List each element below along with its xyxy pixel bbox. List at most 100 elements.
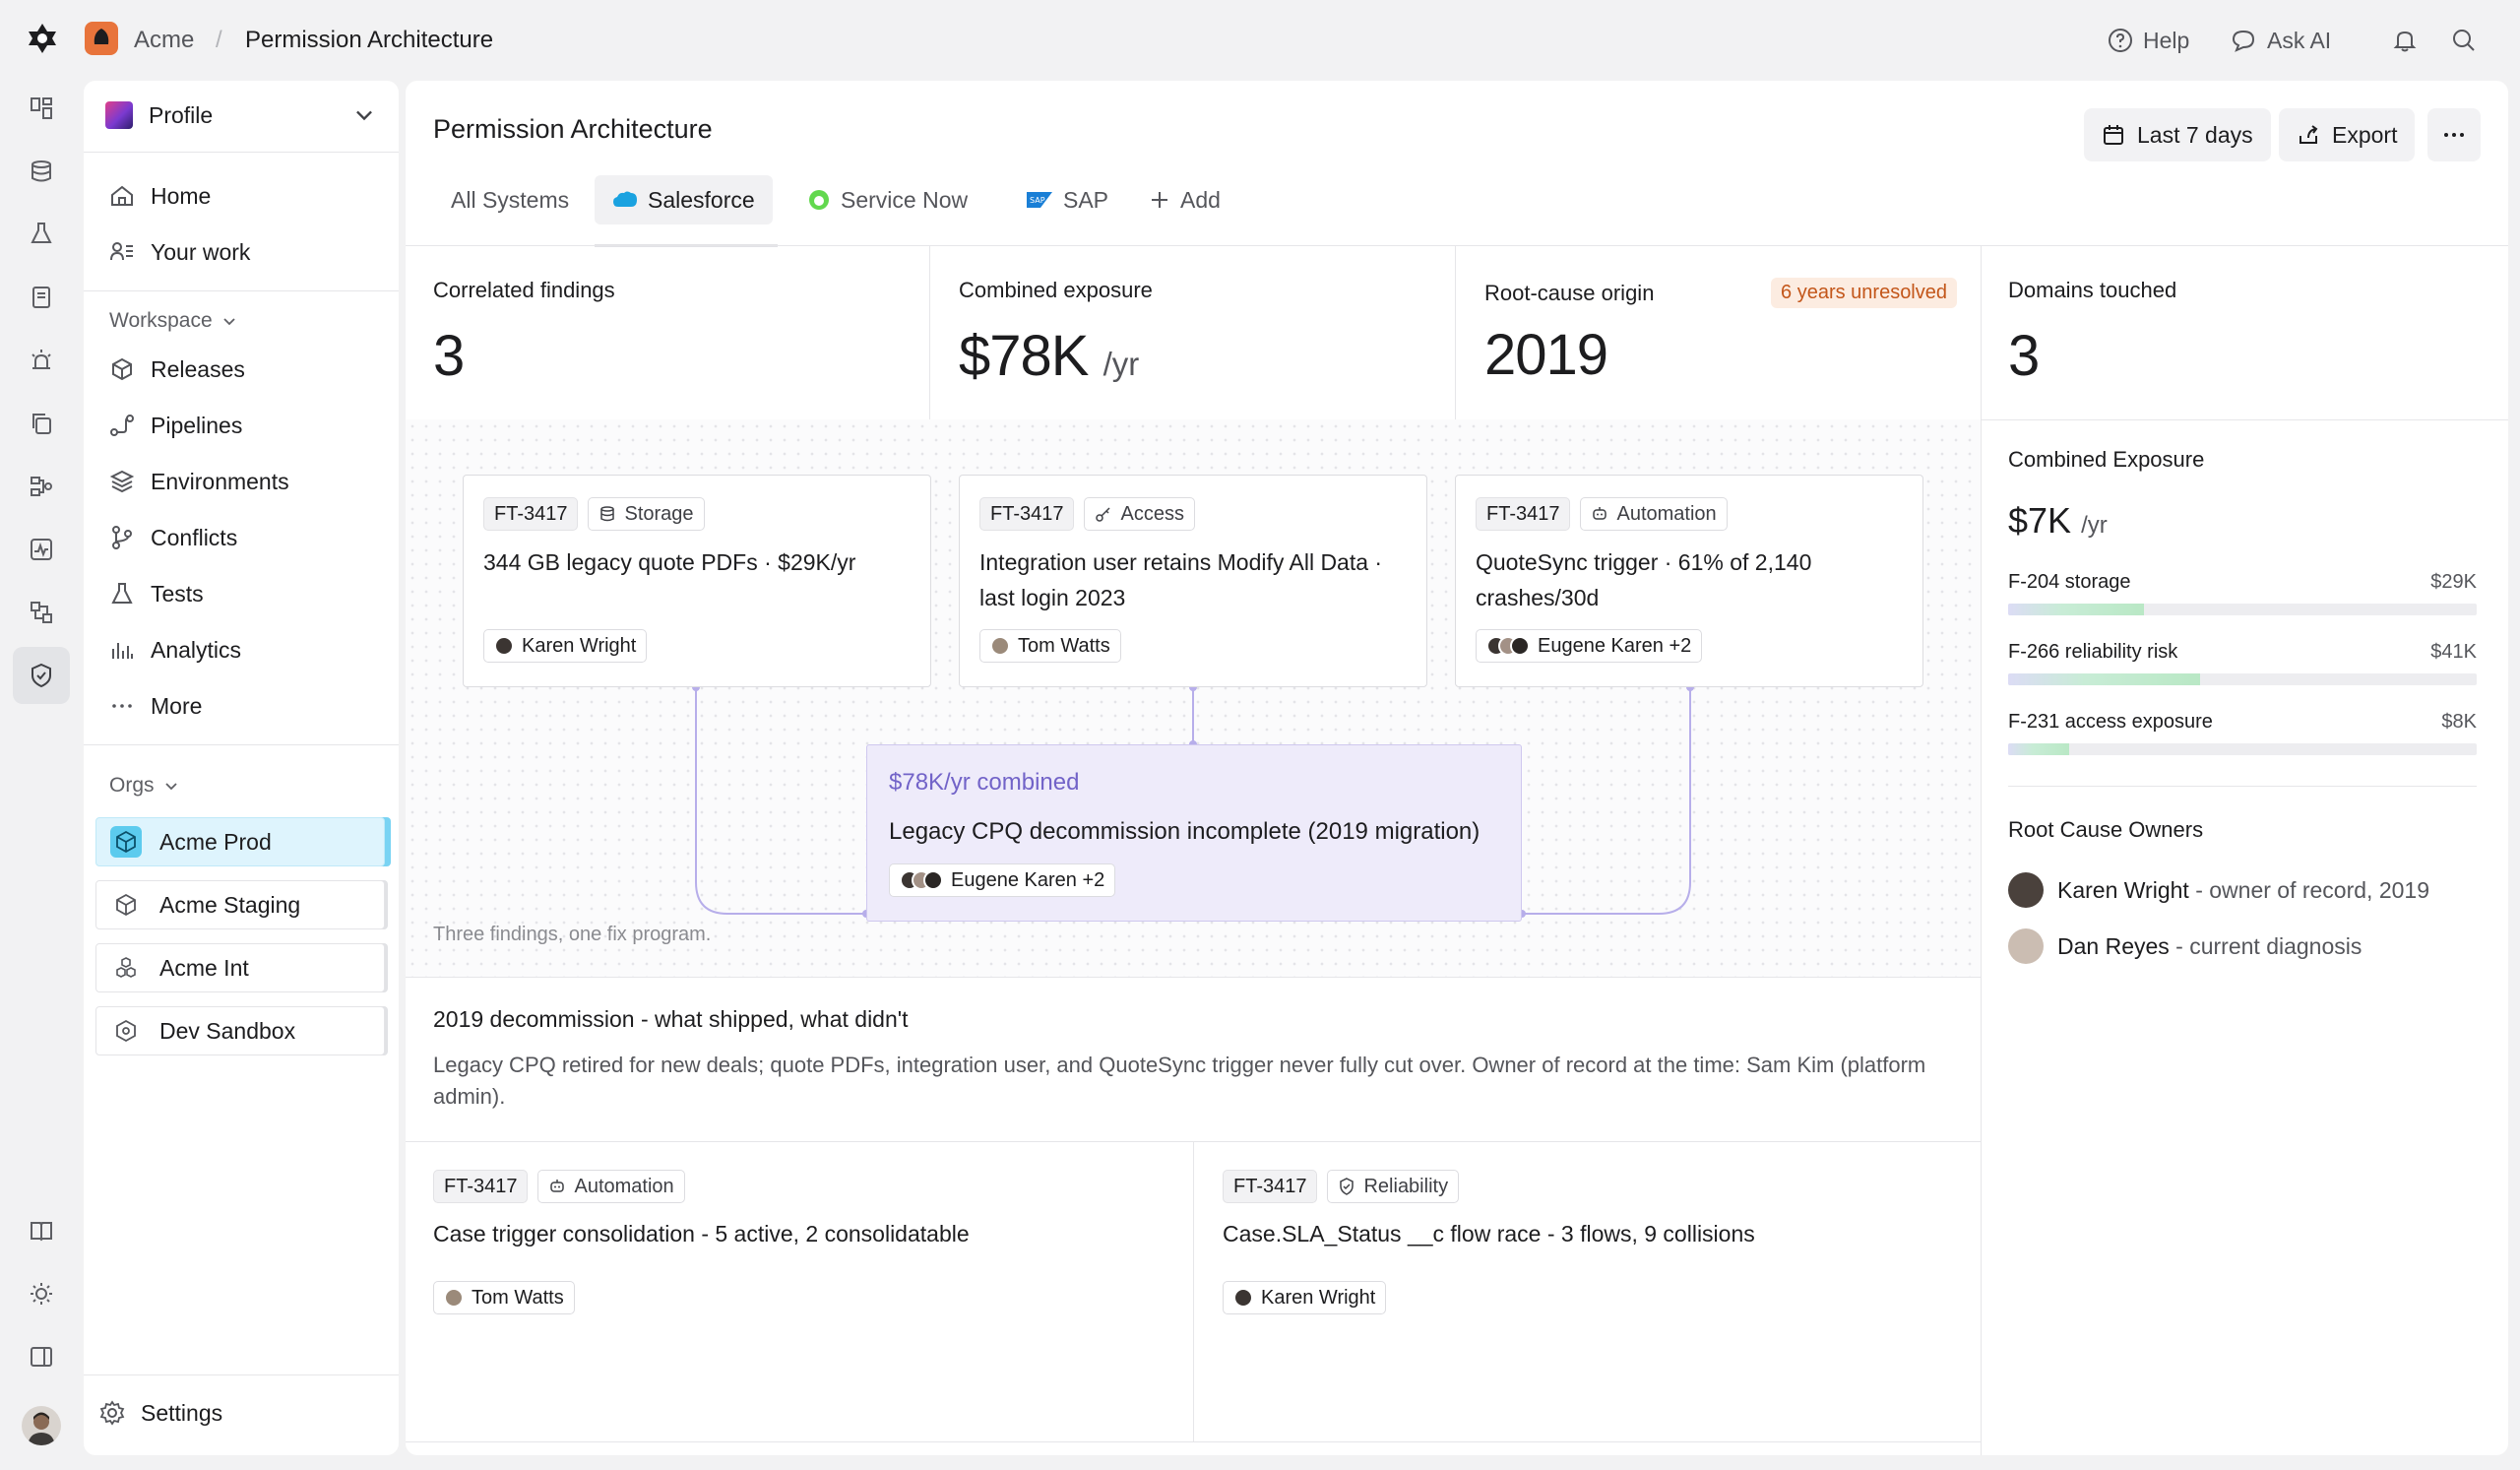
flask-icon xyxy=(111,583,133,604)
ask-ai-button[interactable]: Ask AI xyxy=(2230,24,2331,57)
copy-icon[interactable] xyxy=(26,408,57,439)
more-actions-button[interactable] xyxy=(2427,108,2481,161)
orgs-section-toggle[interactable]: Orgs xyxy=(109,774,180,798)
app-logo-icon[interactable] xyxy=(26,22,59,55)
shield-check-icon xyxy=(1340,1178,1354,1195)
box-icon xyxy=(112,357,132,381)
finding-title: Case trigger consolidation - 5 active, 2… xyxy=(433,1221,970,1246)
sidebar-item-environments[interactable]: Environments xyxy=(109,465,289,498)
bar-track xyxy=(2008,743,2477,755)
org-item-acme-prod[interactable]: Acme Prod xyxy=(95,817,385,866)
org-avatar[interactable] xyxy=(85,22,118,55)
owner-chip[interactable]: Karen Wright xyxy=(483,629,648,663)
combined-amount: $78K/yr combined xyxy=(889,769,1080,796)
search-icon xyxy=(2453,30,2475,51)
sidebar-item-more[interactable]: More xyxy=(109,689,202,723)
org-item-acme-int[interactable]: Acme Int xyxy=(95,943,385,992)
workspace-section-toggle[interactable]: Workspace xyxy=(109,309,238,333)
graph-caption: Three findings, one fix program. xyxy=(433,924,712,945)
help-button[interactable]: Help xyxy=(2108,24,2189,57)
exposure-unit: /yr xyxy=(2081,512,2108,539)
sidebar-toggle-icon[interactable] xyxy=(26,1341,57,1373)
settings-button[interactable]: Settings xyxy=(99,1396,222,1430)
owner-chip[interactable]: Karen Wright xyxy=(1223,1281,1387,1314)
sidebar-item-label: Pipelines xyxy=(151,412,243,438)
related-finding-reliability[interactable]: FT-3417 Reliability Case.SLA_Status __c … xyxy=(1223,1170,1755,1314)
avatar xyxy=(1233,1288,1253,1308)
owner-name: Karen Wright xyxy=(522,634,637,657)
sidebar-item-your-work[interactable]: Your work xyxy=(109,235,250,269)
profile-selector[interactable]: Profile xyxy=(105,98,377,132)
robot-icon xyxy=(1593,507,1607,520)
category-chip: Automation xyxy=(537,1170,685,1203)
sun-icon[interactable] xyxy=(26,1278,57,1310)
bar-fill xyxy=(2008,743,2069,755)
export-label: Export xyxy=(2332,121,2398,148)
sidebar-item-label: Tests xyxy=(151,580,204,607)
sidebar-item-label: More xyxy=(151,692,203,719)
root-cause-owner-row[interactable]: Dan Reyes - current diagnosis xyxy=(2008,928,2362,964)
bar-label: F-204 storage xyxy=(2008,571,2131,593)
dashboard-icon[interactable] xyxy=(26,93,57,124)
related-finding-automation[interactable]: FT-3417 Automation Case trigger consolid… xyxy=(433,1170,970,1314)
sidebar-item-pipelines[interactable]: Pipelines xyxy=(109,409,242,442)
combined-root-cause-card[interactable]: $78K/yr combined Legacy CPQ decommission… xyxy=(866,744,1522,922)
combined-exposure-title: Combined Exposure xyxy=(2008,447,2205,472)
flask-icon[interactable] xyxy=(26,218,57,249)
notes-title: 2019 decommission - what shipped, what d… xyxy=(433,1006,909,1032)
search-button[interactable] xyxy=(2451,24,2477,57)
sidebar-item-tests[interactable]: Tests xyxy=(109,577,204,610)
shield-check-icon[interactable] xyxy=(26,660,57,691)
chevron-down-icon xyxy=(223,318,235,326)
org-item-acme-staging[interactable]: Acme Staging xyxy=(95,880,385,929)
finding-id: FT-3417 xyxy=(1223,1170,1318,1203)
owner-name: Tom Watts xyxy=(472,1286,564,1309)
pipeline-icon xyxy=(110,415,134,436)
finding-id: FT-3417 xyxy=(1476,497,1571,531)
owner-chip[interactable]: Tom Watts xyxy=(433,1281,575,1314)
alarm-icon[interactable] xyxy=(26,345,57,376)
sidebar-item-releases[interactable]: Releases xyxy=(109,352,245,386)
category-label: Access xyxy=(1120,502,1184,525)
integration-icon[interactable] xyxy=(26,597,57,628)
owner-chip[interactable]: Eugene Karen +2 xyxy=(1476,629,1703,663)
export-icon xyxy=(2300,125,2318,144)
category-chip: Storage xyxy=(588,497,705,531)
owner-name: Eugene Karen +2 xyxy=(951,868,1105,891)
finding-card-automation[interactable]: FT-3417 Automation QuoteSync trigger · 6… xyxy=(1455,475,1923,687)
bar-value: $29K xyxy=(2430,571,2477,593)
owner-chip[interactable]: Eugene Karen +2 xyxy=(889,863,1116,897)
bar-fill xyxy=(2008,673,2201,685)
chevron-down-icon xyxy=(356,110,372,121)
kpi-domains-touched: Domains touched 3 xyxy=(2008,278,2176,389)
org-label: Acme Staging xyxy=(159,891,301,918)
workflow-icon[interactable] xyxy=(26,471,57,502)
exposure-amount: $7K xyxy=(2008,500,2072,541)
database-icon[interactable] xyxy=(26,156,57,187)
owner-chip[interactable]: Tom Watts xyxy=(979,629,1121,663)
export-button[interactable]: Export xyxy=(2279,108,2416,161)
finding-card-access[interactable]: FT-3417 Access Integration user retains … xyxy=(959,475,1427,687)
book-icon[interactable] xyxy=(26,1215,57,1246)
org-label: Acme Prod xyxy=(159,828,272,855)
notifications-button[interactable] xyxy=(2392,24,2418,57)
document-icon[interactable] xyxy=(26,282,57,313)
avatar xyxy=(494,636,514,656)
breadcrumb-org[interactable]: Acme xyxy=(134,26,194,55)
exposure-bar-access: F-231 access exposure $8K xyxy=(2008,711,2477,755)
breadcrumb-page[interactable]: Permission Architecture xyxy=(245,26,493,55)
finding-card-storage[interactable]: FT-3417 Storage 344 GB legacy quote PDFs… xyxy=(463,475,931,687)
sidebar-item-home[interactable]: Home xyxy=(109,179,211,213)
date-range-button[interactable]: Last 7 days xyxy=(2084,108,2271,161)
bar-track xyxy=(2008,673,2477,685)
sidebar-item-conflicts[interactable]: Conflicts xyxy=(109,521,237,554)
org-label: Dev Sandbox xyxy=(159,1017,296,1044)
sidebar-item-analytics[interactable]: Analytics xyxy=(109,633,241,667)
gear-icon xyxy=(99,1400,125,1426)
activity-icon[interactable] xyxy=(26,534,57,565)
date-range-label: Last 7 days xyxy=(2137,121,2253,148)
org-item-dev-sandbox[interactable]: Dev Sandbox xyxy=(95,1006,385,1055)
root-cause-owner-row[interactable]: Karen Wright - owner of record, 2019 xyxy=(2008,872,2429,908)
category-label: Automation xyxy=(1616,502,1717,525)
user-avatar[interactable] xyxy=(22,1406,61,1445)
